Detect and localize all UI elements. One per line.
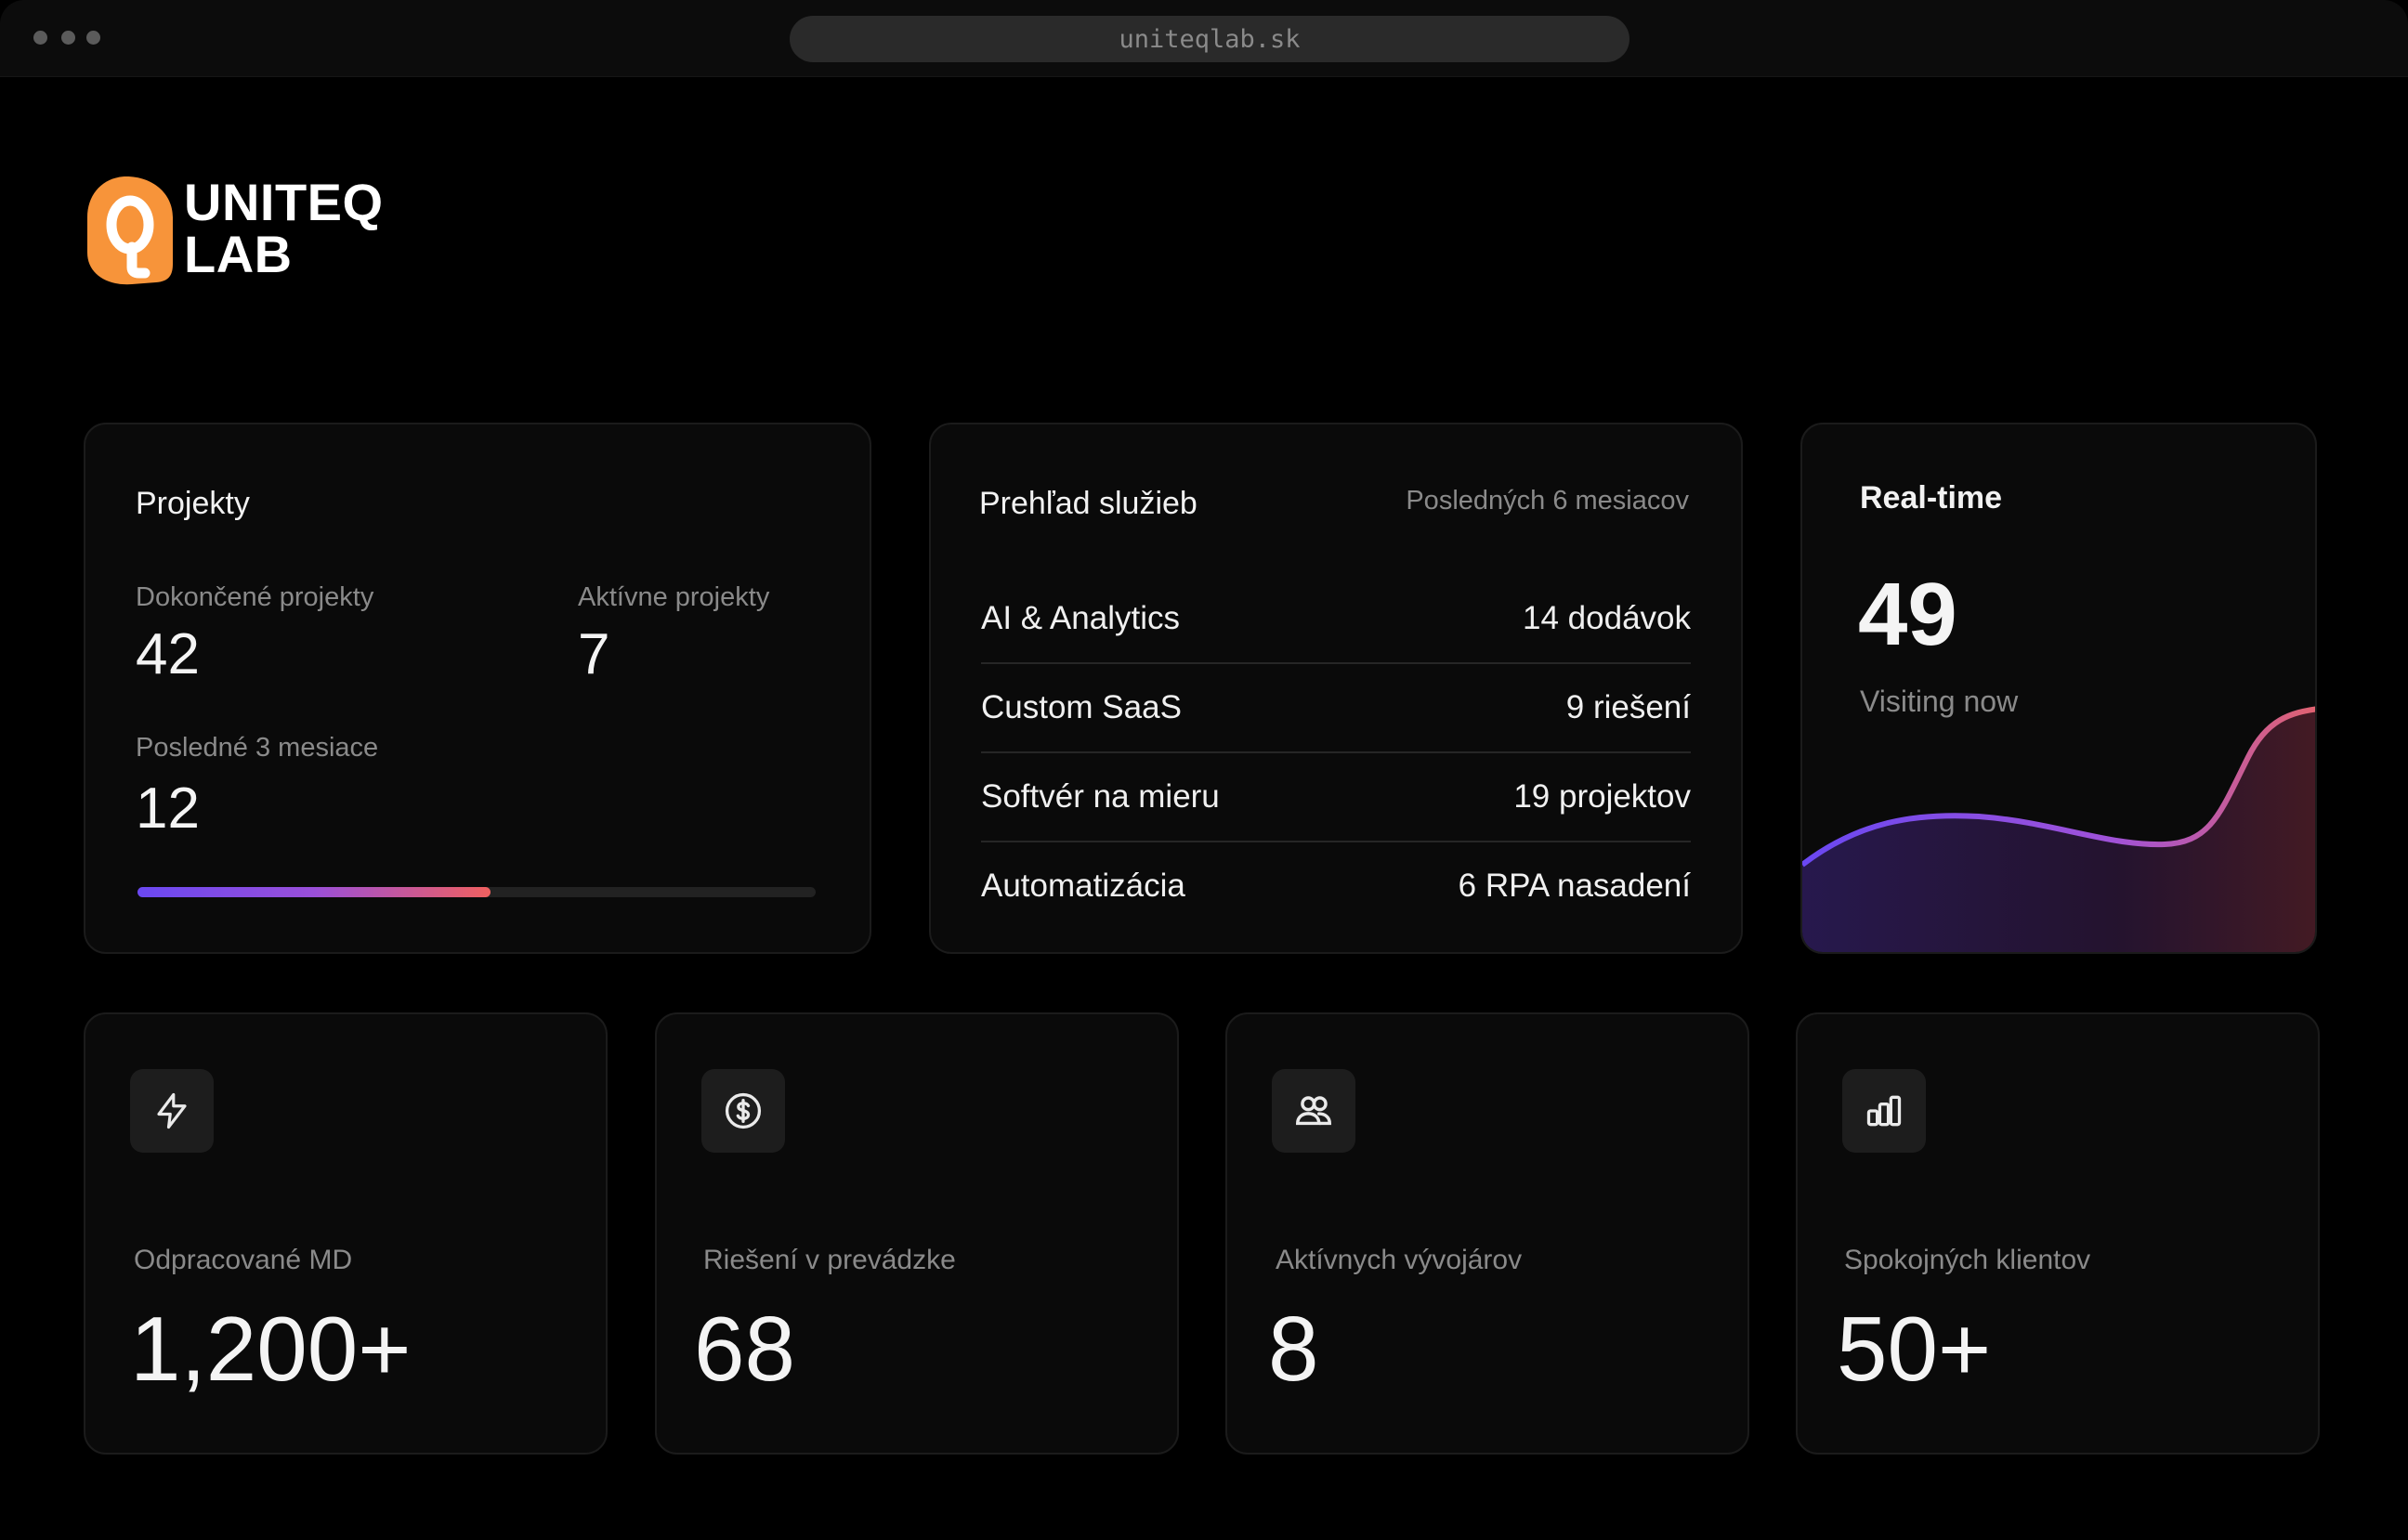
services-title: Prehľad služieb bbox=[979, 486, 1197, 521]
browser-window: uniteqlab.sk UNITEQ LAB Projekty Dokonče… bbox=[0, 0, 2408, 1540]
service-name: AI & Analytics bbox=[981, 600, 1180, 636]
service-name: Custom SaaS bbox=[981, 689, 1182, 725]
bar-chart-icon bbox=[1842, 1069, 1926, 1153]
recent-projects-label: Posledné 3 mesiace bbox=[136, 733, 379, 763]
services-card: Prehľad služieb Posledných 6 mesiacov AI… bbox=[929, 423, 1743, 954]
service-row-automation[interactable]: Automatizácia 6 RPA nasadení bbox=[981, 842, 1691, 931]
recent-projects-value: 12 bbox=[136, 777, 200, 841]
completed-projects-value: 42 bbox=[136, 622, 200, 686]
service-name: Softvér na mieru bbox=[981, 778, 1220, 815]
stat-label: Spokojných klientov bbox=[1844, 1245, 2091, 1275]
active-projects-label: Aktívne projekty bbox=[578, 582, 770, 612]
service-value: 6 RPA nasadení bbox=[1458, 868, 1691, 904]
brand-line-2: LAB bbox=[184, 225, 293, 283]
browser-titlebar: uniteqlab.sk bbox=[0, 0, 2408, 77]
services-period: Posledných 6 mesiacov bbox=[1406, 486, 1689, 516]
realtime-visitors-value: 49 bbox=[1858, 565, 1957, 664]
projects-title: Projekty bbox=[136, 486, 250, 521]
projects-progress-fill bbox=[137, 887, 491, 897]
stat-card-clients: Spokojných klientov 50+ bbox=[1796, 1012, 2320, 1455]
stat-card-man-days: Odpracované MD 1,200+ bbox=[84, 1012, 608, 1455]
service-name: Automatizácia bbox=[981, 868, 1185, 904]
stat-value: 68 bbox=[694, 1298, 796, 1400]
service-value: 9 riešení bbox=[1565, 689, 1691, 725]
window-close-dot[interactable] bbox=[33, 31, 47, 45]
projects-card: Projekty Dokončené projekty 42 Aktívne p… bbox=[84, 423, 871, 954]
service-value: 14 dodávok bbox=[1523, 600, 1691, 636]
projects-progress-bar bbox=[137, 887, 816, 897]
logo-mark-icon bbox=[87, 176, 173, 285]
stat-value: 8 bbox=[1268, 1298, 1319, 1400]
stat-value: 1,200+ bbox=[130, 1298, 412, 1400]
stat-label: Odpracované MD bbox=[134, 1245, 353, 1275]
realtime-title: Real-time bbox=[1860, 480, 2003, 516]
bolt-icon bbox=[130, 1069, 214, 1153]
stat-label: Riešení v prevádzke bbox=[703, 1245, 956, 1275]
users-icon bbox=[1272, 1069, 1355, 1153]
service-value: 19 projektov bbox=[1513, 778, 1691, 815]
brand-line-1: UNITEQ bbox=[184, 173, 384, 231]
realtime-sparkline bbox=[1802, 706, 2315, 952]
completed-projects-label: Dokončené projekty bbox=[136, 582, 374, 612]
service-row-custom-software[interactable]: Softvér na mieru 19 projektov bbox=[981, 752, 1691, 842]
service-row-ai[interactable]: AI & Analytics 14 dodávok bbox=[981, 574, 1691, 663]
window-maximize-dot[interactable] bbox=[86, 31, 100, 45]
stat-card-developers: Aktívnych vývojárov 8 bbox=[1225, 1012, 1749, 1455]
active-projects-value: 7 bbox=[578, 622, 610, 686]
window-minimize-dot[interactable] bbox=[61, 31, 75, 45]
stat-value: 50+ bbox=[1837, 1298, 1992, 1400]
stat-label: Aktívnych vývojárov bbox=[1276, 1245, 1523, 1275]
service-row-saas[interactable]: Custom SaaS 9 riešení bbox=[981, 663, 1691, 752]
stat-card-solutions: Riešení v prevádzke 68 bbox=[655, 1012, 1179, 1455]
brand-wordmark: UNITEQ LAB bbox=[184, 176, 384, 281]
dollar-circle-icon bbox=[701, 1069, 785, 1153]
realtime-card: Real-time 49 Visiting now bbox=[1800, 423, 2317, 954]
address-bar[interactable]: uniteqlab.sk bbox=[790, 16, 1629, 62]
brand-logo[interactable]: UNITEQ LAB bbox=[85, 169, 420, 290]
